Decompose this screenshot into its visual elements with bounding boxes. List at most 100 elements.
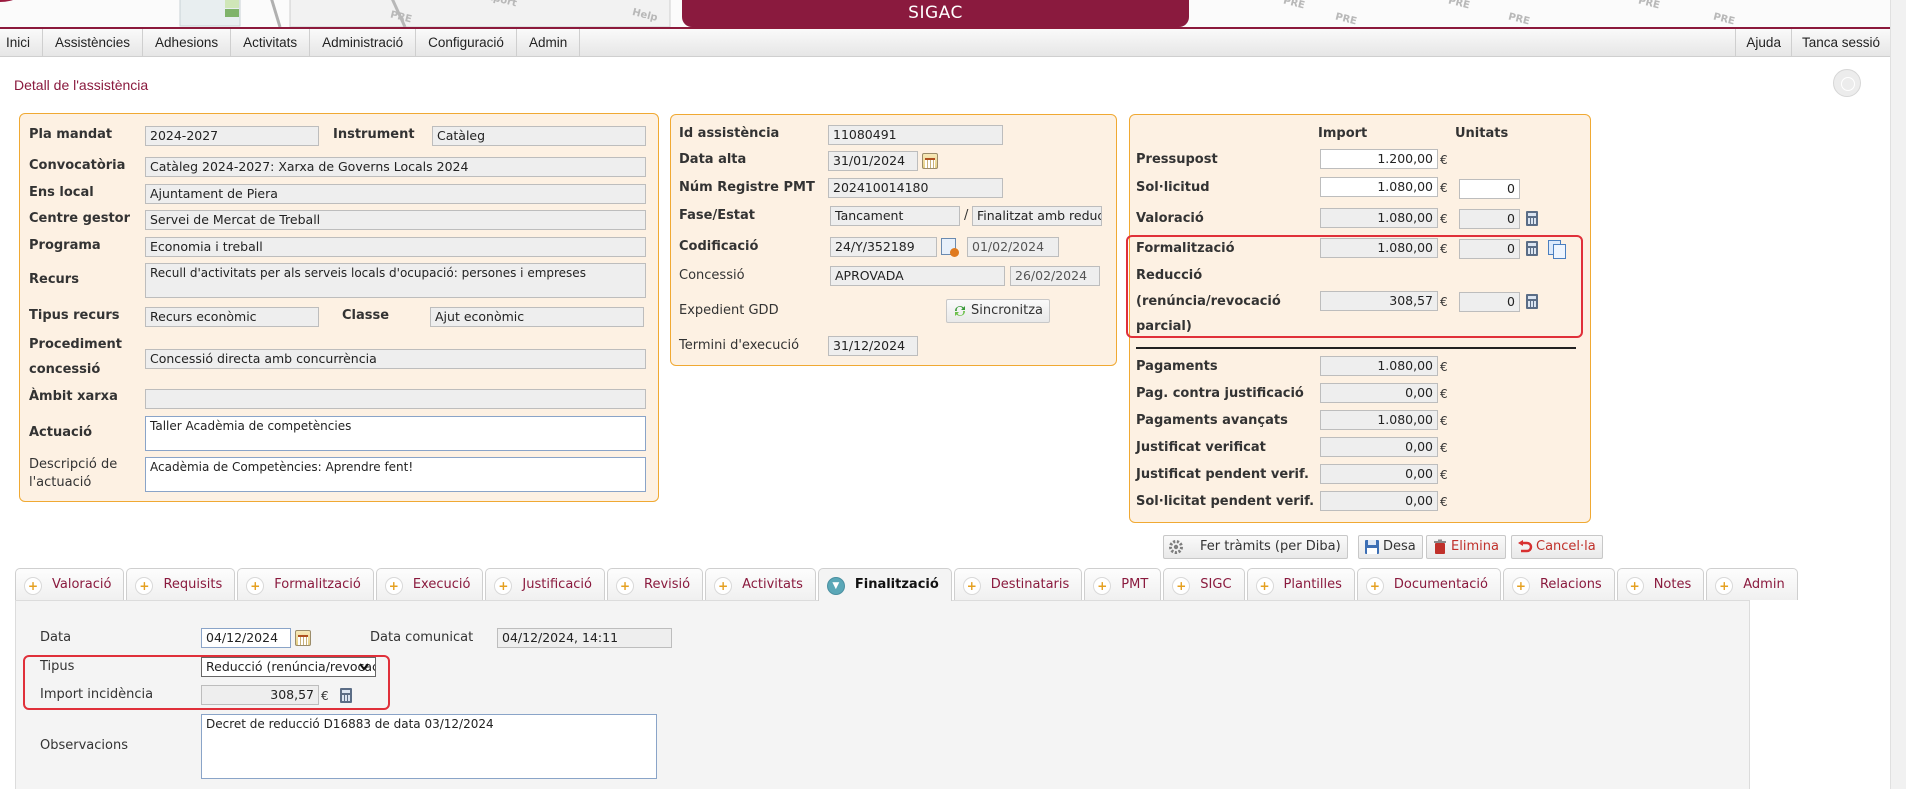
pagaments-import: 1.080,00 [1320, 356, 1438, 376]
currency-symbol: € [1440, 242, 1448, 256]
tab-activitats[interactable]: + Activitats [705, 568, 816, 600]
scrollbar[interactable] [1890, 0, 1906, 789]
save-icon [1365, 540, 1379, 554]
ambit-xarxa-field [145, 389, 646, 409]
estat-field: Finalitzat amb reducció [972, 206, 1102, 226]
watermark: PRE [1446, 0, 1471, 12]
plus-icon: + [135, 577, 154, 595]
sollicitud-import[interactable]: 1.080,00 [1320, 177, 1438, 197]
menu-item-administracio[interactable]: Administració [310, 29, 417, 57]
id-assistencia-field: 11080491 [828, 125, 1003, 145]
desa-button[interactable]: Desa [1358, 535, 1423, 559]
procediment-label-2: concessió [29, 362, 101, 377]
calculator-icon[interactable] [1526, 211, 1538, 226]
fer-tramits-button[interactable]: Fer tràmits (per Diba) [1163, 535, 1348, 559]
currency-symbol: € [1440, 495, 1448, 509]
calculator-icon[interactable] [340, 688, 352, 703]
tab-notes[interactable]: + Notes [1616, 568, 1705, 600]
tipus-recurs-label: Tipus recurs [29, 308, 120, 323]
tab-admin[interactable]: + Admin [1706, 568, 1798, 600]
tab-label: Documentació [1393, 577, 1488, 592]
concessio-label: Concessió [679, 268, 745, 283]
descripcio-label-2: l'actuació [29, 475, 92, 490]
elimina-button[interactable]: Elimina [1426, 535, 1506, 559]
pressupost-import[interactable]: 1.200,00 [1320, 149, 1438, 169]
procediment-field: Concessió directa amb concurrència [145, 349, 646, 369]
ens-local-label: Ens local [29, 185, 94, 200]
trash-icon [1434, 539, 1446, 554]
tab-formalitzacio[interactable]: + Formalització [237, 568, 374, 600]
menu-item-assistencies[interactable]: Assistències [43, 29, 144, 57]
app-title: SIGAC [682, 0, 1189, 27]
menu-item-configuracio[interactable]: Configuració [416, 29, 517, 57]
tab-destinataris[interactable]: + Destinataris [953, 568, 1083, 600]
calculator-icon[interactable] [1526, 294, 1538, 309]
tab-bar: + Valoració + Requisits + Formalització + Ex… [15, 568, 1800, 601]
descripcio-field[interactable]: Acadèmia de Competències: Aprendre fent! [145, 457, 646, 492]
data-alta-label: Data alta [679, 152, 747, 167]
plus-icon: + [24, 577, 42, 595]
watermark: PRE [1281, 0, 1306, 12]
pagaments-avancats-label: Pagaments avançats [1136, 413, 1288, 428]
observacions-textarea[interactable]: Decret de reducció D16883 de data 03/12/… [201, 714, 657, 779]
app-header: Export Help PRE PRE PRE PRE PRE PRE PRE … [0, 0, 1890, 29]
tab-sigc[interactable]: + SIGC [1163, 568, 1245, 600]
expedient-gdd-label: Expedient GDD [679, 303, 779, 318]
plus-icon: + [1172, 577, 1191, 595]
tab-revisio[interactable]: + Revisió [607, 568, 704, 600]
import-incidencia-label: Import incidència [40, 687, 154, 702]
plus-icon: + [1093, 577, 1112, 595]
ambit-xarxa-label: Àmbit xarxa [29, 389, 118, 404]
sincronitza-button[interactable]: Sincronitza [946, 299, 1051, 323]
justificat-pendent-import: 0,00 [1320, 464, 1438, 484]
tab-justificacio[interactable]: + Justificació [485, 568, 605, 600]
tab-label: Requisits [163, 577, 223, 592]
calendar-icon[interactable] [295, 630, 311, 646]
unitats-header: Unitats [1455, 126, 1509, 141]
pla-mandat-field: 2024-2027 [145, 126, 319, 146]
convocatoria-field: Catàleg 2024-2027: Xarxa de Governs Loca… [145, 157, 646, 177]
currency-symbol: € [1440, 360, 1448, 374]
tab-valoracio[interactable]: + Valoració [15, 568, 125, 600]
menu-item-tanca-sessio[interactable]: Tanca sessió [1790, 29, 1890, 57]
copy-icon[interactable] [1548, 240, 1566, 259]
centre-gestor-label: Centre gestor [29, 211, 130, 226]
currency-symbol: € [1440, 295, 1448, 309]
calculator-icon[interactable] [1526, 241, 1538, 256]
reduccio-label: Reducció [1136, 268, 1203, 283]
pla-mandat-label: Pla mandat [29, 127, 113, 142]
sollicitud-unitats[interactable]: 0 [1459, 179, 1520, 199]
tab-documentacio[interactable]: + Documentació [1356, 568, 1501, 600]
tab-label: Valoració [52, 577, 112, 592]
desa-label: Desa [1383, 539, 1416, 554]
data-field[interactable]: 04/12/2024 [201, 628, 291, 648]
tab-finalitzacio[interactable]: ▼ Finalització [817, 568, 952, 601]
cancel-label: Cancel·la [1536, 539, 1596, 554]
refresh-icon[interactable] [1833, 69, 1861, 97]
actuacio-field[interactable]: Taller Acadèmia de competències [145, 416, 646, 451]
watermark: PRE [1333, 11, 1358, 28]
menu-item-admin[interactable]: Admin [517, 29, 581, 57]
calendar-icon[interactable] [922, 153, 938, 169]
cancel-button[interactable]: Cancel·la [1511, 535, 1603, 559]
tab-plantilles[interactable]: + Plantilles [1246, 568, 1355, 600]
sollicitud-label: Sol·licitud [1136, 180, 1210, 195]
menu-item-activitats[interactable]: Activitats [231, 29, 311, 57]
plus-icon: + [962, 577, 981, 595]
data-comunicat-label: Data comunicat [370, 630, 474, 645]
tab-execucio[interactable]: + Execució [375, 568, 484, 600]
tab-relacions[interactable]: + Relacions [1502, 568, 1615, 600]
watermark: PRE [1506, 11, 1531, 28]
tab-pmt[interactable]: + PMT [1084, 568, 1162, 600]
menu-item-ajuda[interactable]: Ajuda [1735, 29, 1791, 57]
tipus-select[interactable]: Reducció (renúncia/revocació parcial) [201, 657, 376, 677]
document-icon[interactable] [941, 238, 959, 257]
codificacio-label: Codificació [679, 239, 759, 254]
tab-requisits[interactable]: + Requisits [126, 568, 236, 600]
menu-item-adhesions[interactable]: Adhesions [143, 29, 232, 57]
menu-item-inici[interactable]: Inici [0, 29, 44, 57]
currency-symbol: € [1440, 387, 1448, 401]
watermark: PRE [1711, 11, 1736, 28]
observacions-label: Observacions [40, 738, 128, 753]
valoracio-label: Valoració [1136, 211, 1204, 226]
